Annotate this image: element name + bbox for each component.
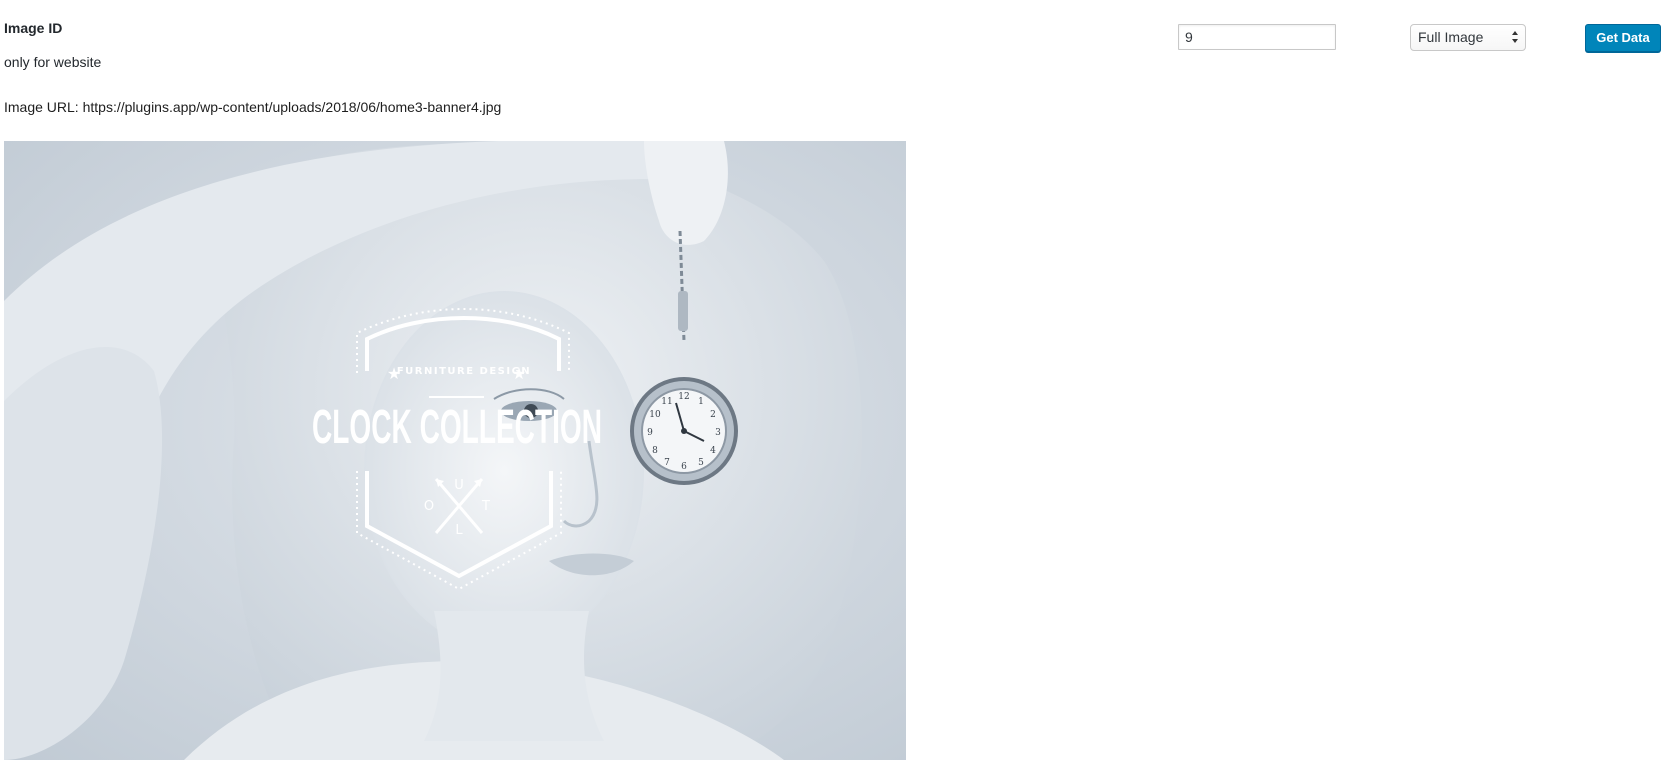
clock-number-5: 5: [698, 458, 704, 468]
clock-number-6: 6: [681, 462, 687, 472]
image-id-description: only for website: [4, 54, 102, 70]
image-id-input[interactable]: [1178, 24, 1336, 50]
clock-number-4: 4: [710, 446, 716, 456]
star-icon: ★: [512, 366, 526, 383]
banner-photo: 12 1 2 3 4 5 6 7 8 9 10 11 FURNITURE DES…: [4, 141, 906, 760]
get-data-button[interactable]: Get Data: [1585, 24, 1661, 52]
star-icon: ★: [387, 366, 401, 383]
select-arrows-icon: [1512, 31, 1518, 43]
logo-title: CLOCK COLLECTION: [312, 401, 602, 454]
image-size-select[interactable]: Full Image: [1410, 24, 1526, 51]
clock-number-2: 2: [710, 410, 716, 420]
image-id-label: Image ID: [4, 20, 63, 36]
banner-image: 12 1 2 3 4 5 6 7 8 9 10 11 FURNITURE DES…: [4, 141, 906, 760]
page: Image ID only for website Full Image Get…: [0, 0, 1673, 769]
clock-number-3: 3: [715, 428, 721, 438]
logo-letter-o: O: [424, 499, 434, 514]
clock-number-8: 8: [652, 446, 658, 456]
clock-number-1: 1: [698, 397, 704, 407]
clock-number-10: 10: [649, 410, 661, 420]
clock-number-12: 12: [678, 392, 689, 402]
logo-letter-u: U: [454, 478, 464, 493]
clock-number-7: 7: [664, 458, 670, 468]
image-url-text: Image URL: https://plugins.app/wp-conten…: [4, 99, 502, 115]
logo-letter-l: L: [455, 523, 463, 538]
image-size-selected-value: Full Image: [1418, 29, 1484, 45]
clock-number-11: 11: [661, 397, 672, 407]
logo-letter-t: T: [481, 499, 490, 514]
clock-number-9: 9: [647, 428, 653, 438]
